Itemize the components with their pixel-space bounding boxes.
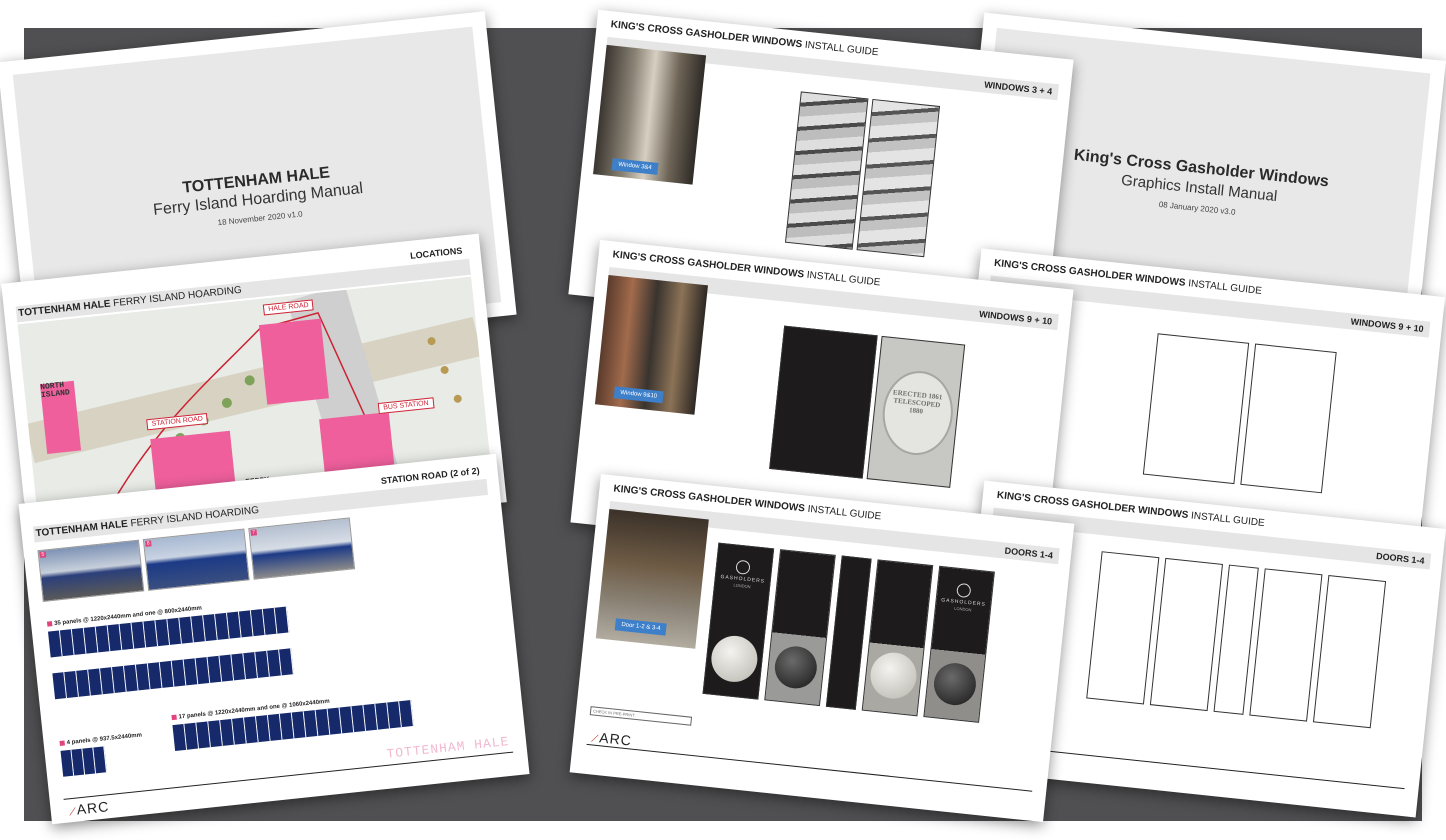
window-panel-4	[856, 98, 941, 258]
tottenham-station-page[interactable]: STATION ROAD (2 of 2) TOTTENHAM HALE FER…	[18, 453, 530, 825]
site-photo-6: 6	[142, 528, 250, 591]
template-panel-9	[1142, 333, 1250, 485]
kx-doors-page[interactable]: KING'S CROSS GASHOLDER WINDOWS INSTALL G…	[569, 473, 1075, 823]
arc-logo: ⟋ARC	[68, 798, 110, 819]
door-panel-5: GASHOLDERS LONDON	[923, 565, 995, 723]
dark-ball	[931, 661, 979, 708]
hoarding-strip-3	[60, 746, 108, 777]
header-title: INSTALL GUIDE	[1187, 510, 1266, 530]
dark-ball	[772, 644, 819, 691]
site-photo-5: 5	[37, 539, 145, 602]
hoarding-strip-2	[52, 647, 303, 700]
photo-number: 7	[250, 529, 258, 536]
door-photo: Door 1-2 & 3-4	[595, 509, 709, 649]
site-photo-7: 7	[248, 517, 356, 580]
template-door-2	[1149, 557, 1224, 712]
door-panel-1: GASHOLDERS LONDON	[702, 542, 775, 700]
template-door-5	[1312, 575, 1387, 729]
photo-number: 6	[145, 540, 152, 547]
window-panel-10: ERECTED 1861 TELESCOPED 1880	[866, 335, 966, 488]
photo-label[interactable]: Door 1-2 & 3-4	[614, 618, 668, 636]
header-title: FERRY ISLAND HOARDING	[127, 504, 260, 530]
photo-number: 5	[39, 551, 47, 558]
panel-note-2: 4 panels @ 937.5x2440mm	[59, 732, 142, 747]
stone-ball	[868, 650, 919, 701]
section-title: LOCATIONS	[409, 245, 463, 261]
header-title: INSTALL GUIDE	[1184, 277, 1263, 297]
window-photo: Window 3&4	[593, 44, 707, 185]
logo-text: ARC	[598, 729, 633, 749]
header-title: INSTALL GUIDE	[803, 269, 881, 289]
window-panel-3	[784, 91, 869, 250]
preprint-check-box: CHECK IN PRE-PRINT	[589, 706, 693, 726]
brand-mark	[956, 582, 972, 599]
brand-mark	[735, 559, 751, 575]
header-title: INSTALL GUIDE	[804, 503, 882, 523]
panel-note-text: 4 panels @ 937.5x2440mm	[66, 732, 143, 747]
template-door-4	[1249, 568, 1323, 722]
logo-text: ARC	[75, 798, 110, 818]
template-panel-10	[1240, 343, 1337, 494]
header-title: INSTALL GUIDE	[801, 39, 879, 59]
door-panel-2	[764, 549, 836, 707]
photo-label[interactable]: Window 9&10	[613, 386, 664, 404]
window-panel-9	[769, 325, 878, 479]
photo-label[interactable]: Window 3&4	[611, 158, 659, 175]
template-door-1	[1086, 551, 1160, 705]
building-block-a	[258, 318, 329, 405]
window-photo: Window 9&10	[594, 274, 708, 415]
door-panel-4	[861, 559, 934, 717]
stone-ball	[709, 633, 760, 685]
